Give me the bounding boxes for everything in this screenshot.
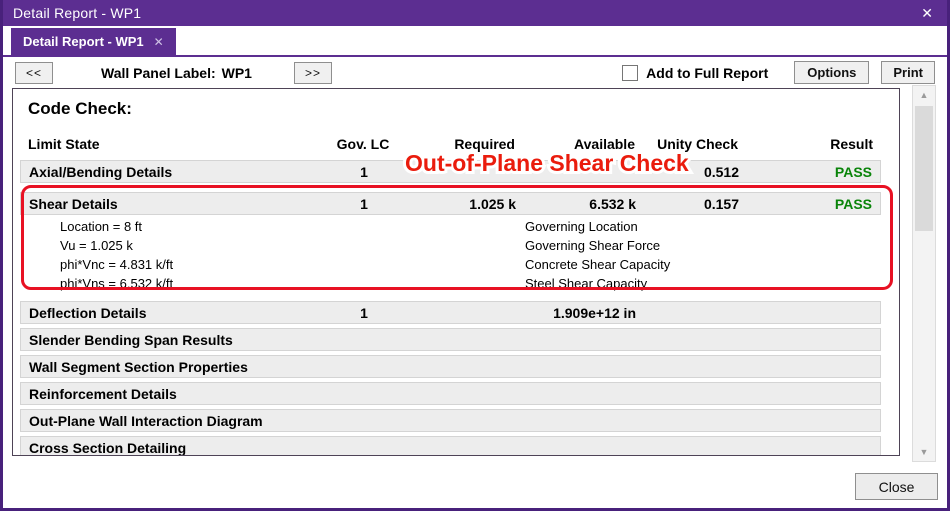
section-row-out-plane-interaction-diagram[interactable]: Out-Plane Wall Interaction Diagram <box>20 409 881 432</box>
section-title: Reinforcement Details <box>29 386 177 402</box>
window-title: Detail Report - WP1 <box>13 5 917 21</box>
sub-detail-row: Location = 8 ft Governing Location <box>60 217 881 236</box>
limit-state-cell: Shear Details <box>29 196 329 212</box>
scroll-down-icon[interactable]: ▼ <box>913 443 935 461</box>
code-check-heading: Code Check: <box>28 99 899 119</box>
available-cell: 1.909e+12 in <box>524 305 644 321</box>
tab-detail-report[interactable]: Detail Report - WP1 ✕ <box>11 28 176 55</box>
shear-details-block: Shear Details 1 1.025 k 6.532 k 0.157 PA… <box>13 192 899 293</box>
unity-check-cell: 0.157 <box>644 196 759 212</box>
vertical-scrollbar[interactable]: ▲ ▼ <box>912 85 936 462</box>
gov-lc-cell: 1 <box>329 196 399 212</box>
wall-panel-value: WP1 <box>222 65 252 81</box>
sub-detail-value: Location = 8 ft <box>60 219 525 234</box>
gov-lc-cell: 1 <box>329 164 399 180</box>
toolbar: << Wall Panel Label: WP1 >> Add to Full R… <box>3 57 947 88</box>
close-button[interactable]: Close <box>855 473 938 500</box>
section-title: Cross Section Detailing <box>29 440 186 456</box>
tab-strip: Detail Report - WP1 ✕ <box>3 26 947 57</box>
add-to-full-report-checkbox[interactable] <box>622 65 638 81</box>
sub-detail-value: phi*Vns = 6.532 k/ft <box>60 276 525 291</box>
required-cell: 1.025 k <box>399 196 524 212</box>
code-check-panel: Code Check: Limit State Gov. LC Required… <box>12 88 900 456</box>
section-row-wall-segment-properties[interactable]: Wall Segment Section Properties <box>20 355 881 378</box>
limit-state-cell: Axial/Bending Details <box>29 164 329 180</box>
add-to-full-report-label: Add to Full Report <box>646 65 768 81</box>
print-button[interactable]: Print <box>881 61 935 84</box>
column-header-available: Available <box>523 136 643 152</box>
sub-detail-row: phi*Vns = 6.532 k/ft Steel Shear Capacit… <box>60 274 881 293</box>
scrollbar-thumb[interactable] <box>915 106 933 231</box>
sub-detail-row: Vu = 1.025 k Governing Shear Force <box>60 236 881 255</box>
titlebar[interactable]: Detail Report - WP1 ✕ <box>3 0 947 26</box>
wall-panel-label-text: Wall Panel Label: <box>101 65 216 81</box>
next-panel-button[interactable]: >> <box>294 62 332 84</box>
column-header-gov-lc: Gov. LC <box>328 136 398 152</box>
limit-state-cell: Deflection Details <box>29 305 329 321</box>
sub-detail-row: phi*Vnc = 4.831 k/ft Concrete Shear Capa… <box>60 255 881 274</box>
sub-detail-description: Governing Location <box>525 219 881 234</box>
table-row-axial-bending[interactable]: Axial/Bending Details 1 0.512 PASS <box>20 160 881 183</box>
options-button[interactable]: Options <box>794 61 869 84</box>
result-badge: PASS <box>759 164 872 180</box>
table-row-deflection[interactable]: Deflection Details 1 1.909e+12 in <box>20 301 881 324</box>
tab-label: Detail Report - WP1 <box>23 34 144 49</box>
previous-panel-button[interactable]: << <box>15 62 53 84</box>
wall-panel-label: Wall Panel Label: WP1 <box>101 65 252 81</box>
table-header-row: Limit State Gov. LC Required Available U… <box>20 133 881 155</box>
section-row-cross-section-detailing[interactable]: Cross Section Detailing <box>20 436 881 456</box>
column-header-required: Required <box>398 136 523 152</box>
column-header-limit-state: Limit State <box>28 136 328 152</box>
result-badge: PASS <box>759 196 872 212</box>
section-title: Slender Bending Span Results <box>29 332 233 348</box>
column-header-result: Result <box>758 136 873 152</box>
dialog-footer: Close <box>855 473 938 500</box>
tab-close-icon[interactable]: ✕ <box>154 35 164 49</box>
detail-report-window: Detail Report - WP1 ✕ Detail Report - WP… <box>0 0 950 511</box>
section-row-reinforcement-details[interactable]: Reinforcement Details <box>20 382 881 405</box>
window-close-icon[interactable]: ✕ <box>917 5 937 22</box>
scroll-up-icon[interactable]: ▲ <box>913 86 935 104</box>
section-title: Out-Plane Wall Interaction Diagram <box>29 413 263 429</box>
gov-lc-cell: 1 <box>329 305 399 321</box>
shear-sub-details: Location = 8 ft Governing Location Vu = … <box>20 217 881 293</box>
section-title: Wall Segment Section Properties <box>29 359 248 375</box>
sub-detail-description: Concrete Shear Capacity <box>525 257 881 272</box>
section-row-slender-bending[interactable]: Slender Bending Span Results <box>20 328 881 351</box>
scrollbar-track[interactable] <box>913 104 935 443</box>
column-header-unity-check: Unity Check <box>643 136 758 152</box>
sub-detail-value: phi*Vnc = 4.831 k/ft <box>60 257 525 272</box>
available-cell: 6.532 k <box>524 196 644 212</box>
table-row-shear-details[interactable]: Shear Details 1 1.025 k 6.532 k 0.157 PA… <box>20 192 881 215</box>
sub-detail-value: Vu = 1.025 k <box>60 238 525 253</box>
unity-check-cell: 0.512 <box>644 164 759 180</box>
sub-detail-description: Steel Shear Capacity <box>525 276 881 291</box>
sub-detail-description: Governing Shear Force <box>525 238 881 253</box>
